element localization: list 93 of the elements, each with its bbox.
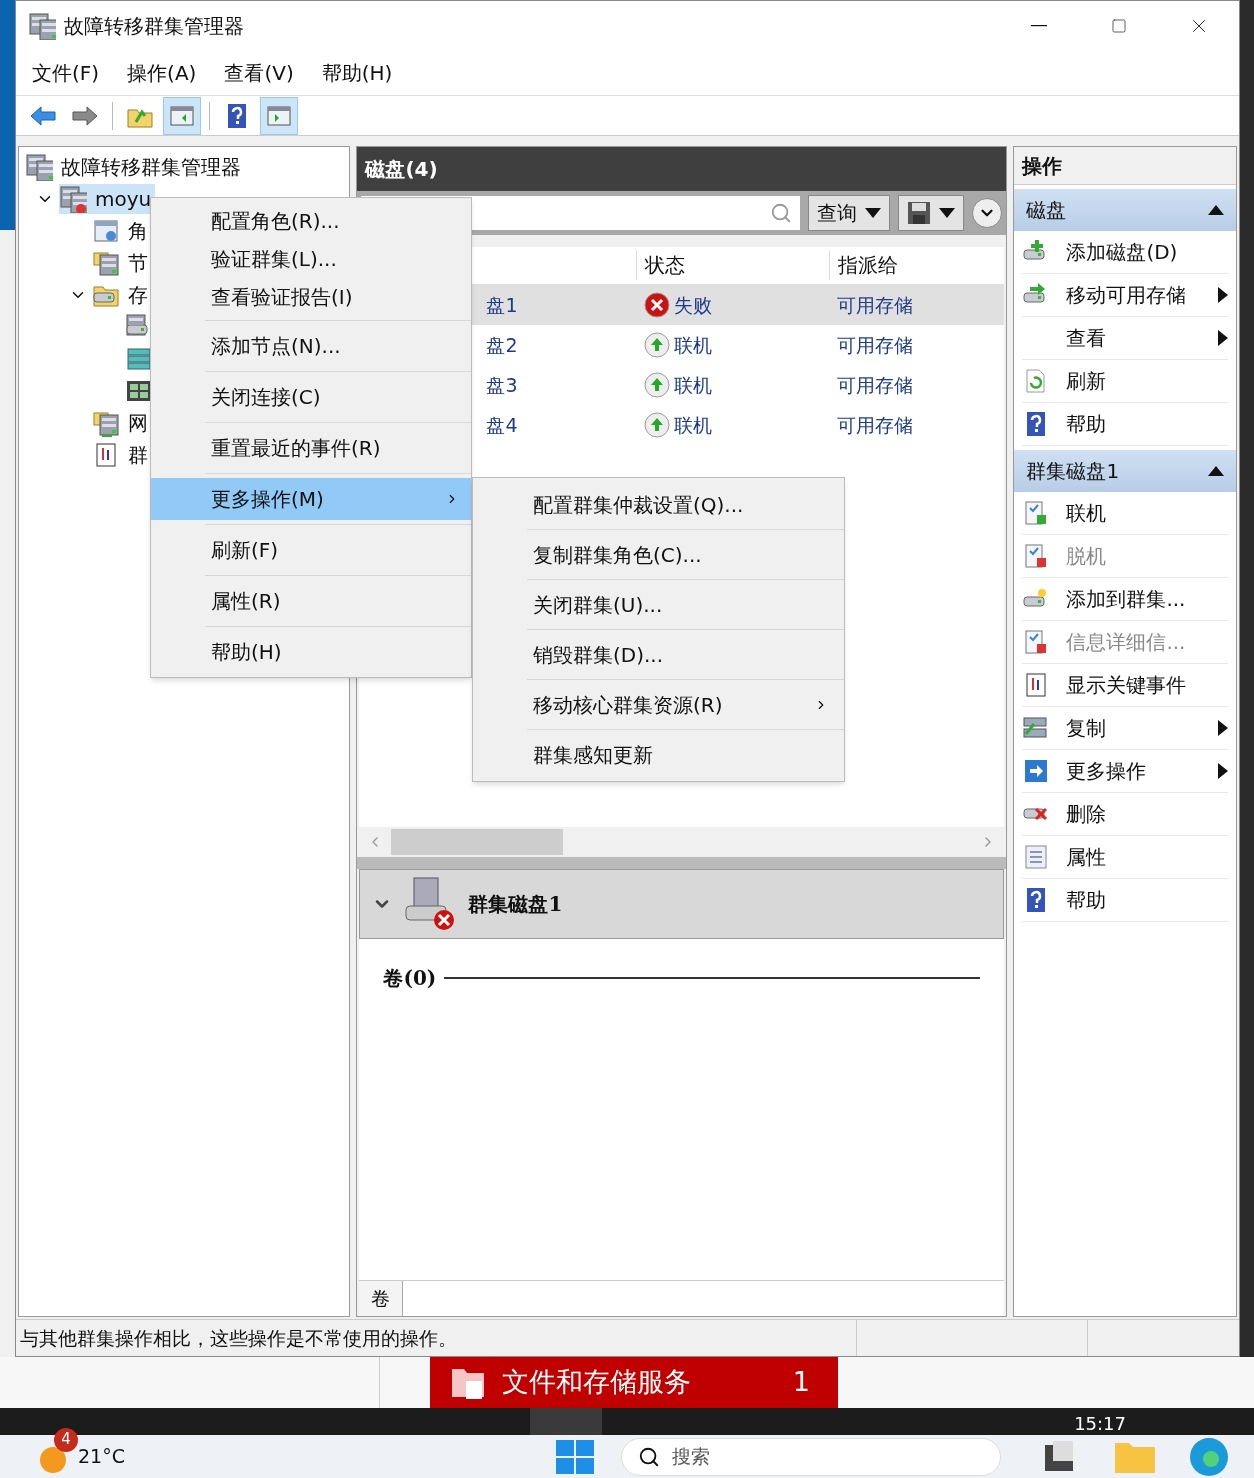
- column-header[interactable]: 指派给: [829, 250, 899, 280]
- weather-text: 21°C: [78, 1444, 125, 1470]
- table-cell-text: 失败: [674, 292, 713, 318]
- menu-item[interactable]: 复制群集角色(C)...: [473, 530, 844, 579]
- action-item[interactable]: 查看: [1022, 317, 1228, 360]
- menu-item[interactable]: 移动核心群集资源(R): [473, 680, 844, 729]
- network-server-icon: [92, 409, 120, 437]
- menu-item[interactable]: 刷新(F): [151, 529, 471, 571]
- menu-item[interactable]: 帮助(H): [321, 58, 393, 88]
- menu-item[interactable]: 销毁群集(D)...: [473, 630, 844, 679]
- status-text: 与其他群集操作相比，这些操作是不常使用的操作。: [19, 1325, 458, 1351]
- action-item[interactable]: 帮助: [1022, 879, 1228, 922]
- menu-item[interactable]: 操作(A): [127, 58, 197, 88]
- table-cell-text: 联机: [674, 332, 713, 358]
- table-cell-text: 可用存储: [836, 292, 914, 318]
- search-icon: [770, 202, 793, 224]
- window-gear-icon: [92, 217, 120, 245]
- maximize-icon: [1111, 18, 1127, 34]
- storage-pool-icon: [125, 345, 153, 373]
- browser-icon[interactable]: [1188, 1436, 1229, 1477]
- minimize-icon: [1031, 25, 1047, 27]
- window-title: 故障转移群集管理器: [64, 13, 244, 40]
- menu-item[interactable]: 群集感知更新: [473, 730, 844, 779]
- action-item[interactable]: 添加到群集...: [1022, 578, 1228, 621]
- menu-item[interactable]: 文件(F): [32, 58, 100, 88]
- action-item[interactable]: 显示关键事件: [1022, 664, 1228, 707]
- action-item[interactable]: 更多操作: [1022, 750, 1228, 793]
- notification-tile[interactable]: 文件和存储服务 1: [430, 1357, 838, 1408]
- section-header[interactable]: 群集磁盘1: [1014, 450, 1236, 492]
- table-cell-text: 联机: [674, 372, 713, 398]
- caret-icon: [939, 208, 956, 218]
- action-item[interactable]: 帮助: [1022, 403, 1228, 446]
- menu-item[interactable]: 验证群集(L)...: [151, 240, 471, 278]
- server-stack-icon: [59, 185, 87, 213]
- action-item[interactable]: 移动可用存储: [1022, 274, 1228, 317]
- table-cell-text: 盘2: [486, 332, 519, 358]
- tree-item[interactable]: 群: [128, 440, 148, 470]
- action-item[interactable]: 添加磁盘(D): [1022, 231, 1228, 274]
- table-cell-text: 可用存储: [836, 332, 914, 358]
- menu-item[interactable]: 更多操作(M): [151, 478, 471, 520]
- server-stack-icon: [28, 12, 56, 40]
- expand-toggle-button[interactable]: [972, 198, 1003, 228]
- actions-title: 操作: [1022, 152, 1063, 180]
- section-header[interactable]: 磁盘: [1014, 189, 1236, 231]
- tree-item[interactable]: 网: [128, 408, 148, 438]
- query-button[interactable]: 查询: [808, 195, 891, 231]
- submenu-arrow-icon: [1218, 330, 1228, 346]
- notification-count: 1: [792, 1365, 810, 1400]
- toolbar-button[interactable]: [163, 96, 201, 135]
- start-icon[interactable]: [554, 1438, 595, 1475]
- detail-title: 群集磁盘1: [468, 891, 563, 918]
- notification-label: 文件和存储服务: [502, 1365, 691, 1400]
- column-header[interactable]: 状态: [636, 250, 830, 280]
- panel-title: 磁盘(4): [365, 156, 438, 183]
- volume-tab[interactable]: 卷: [359, 1281, 404, 1316]
- clock-text: 15:17: [1074, 1413, 1126, 1435]
- table-cell-text: 盘1: [486, 292, 519, 318]
- scrollbar-thumb[interactable]: [391, 829, 564, 855]
- menu-item[interactable]: 帮助(H): [151, 631, 471, 673]
- action-item[interactable]: 复制: [1022, 707, 1228, 750]
- tree-item[interactable]: 角: [128, 216, 148, 246]
- table-cell-text: 可用存储: [836, 372, 914, 398]
- toolbar-button[interactable]: [260, 96, 298, 135]
- tree-item[interactable]: 节: [128, 248, 148, 278]
- table-cell-text: 可用存储: [836, 412, 914, 438]
- search-field[interactable]: 搜索: [620, 1437, 1001, 1476]
- menu-item[interactable]: 属性(R): [151, 580, 471, 622]
- submenu-arrow-icon: [1218, 287, 1228, 303]
- tree-item[interactable]: 故障转移群集管理器: [61, 152, 241, 182]
- save-icon: [907, 201, 932, 225]
- tree-item[interactable]: 存: [128, 280, 148, 310]
- error-icon: [644, 292, 671, 318]
- disk-error-icon: [404, 876, 457, 932]
- table-cell-text: 盘3: [486, 372, 519, 398]
- action-item[interactable]: 属性: [1022, 836, 1228, 879]
- menu-item[interactable]: 配置角色(R)...: [151, 202, 471, 240]
- submenu-arrow-icon: [1218, 720, 1228, 736]
- table-cell-text: 联机: [674, 412, 713, 438]
- table-cell-text: 盘4: [486, 412, 519, 438]
- caret-icon: [865, 208, 882, 218]
- action-item[interactable]: 删除: [1022, 793, 1228, 836]
- server-stack-icon: [25, 153, 53, 181]
- menu-item[interactable]: 重置最近的事件(R): [151, 427, 471, 469]
- section-title: 卷(0): [383, 965, 437, 992]
- action-item[interactable]: 联机: [1022, 492, 1228, 535]
- action-item[interactable]: 刷新: [1022, 360, 1228, 403]
- menu-item[interactable]: 关闭群集(U)...: [473, 580, 844, 629]
- submenu-arrow-icon: [1218, 763, 1228, 779]
- server-folder-icon: [92, 249, 120, 277]
- save-query-button[interactable]: [898, 195, 965, 231]
- menu-item[interactable]: 查看(V): [224, 58, 294, 88]
- menu-item[interactable]: 配置群集仲裁设置(Q)...: [473, 480, 844, 529]
- search-icon: [637, 1445, 660, 1468]
